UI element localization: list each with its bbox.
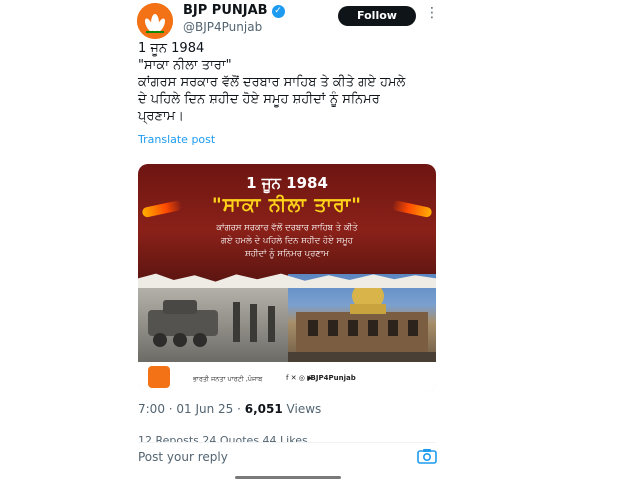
tweet-line: ਕਾਂਗਰਸ ਸਰਕਾਰ ਵੱਲੋਂ ਦਰਬਾਰ ਸਾਹਿਬ ਤੇ ਕੀਤੇ ਗ… — [138, 75, 406, 90]
tweet-text: 1 ਜੂਨ 1984 "ਸਾਕਾ ਨੀਲਾ ਤਾਰਾ" ਕਾਂਗਰਸ ਸਰਕਾਰ… — [138, 40, 438, 125]
poster-party-name: ਭਾਰਤੀ ਜਨਤਾ ਪਾਰਟੀ ,ਪੰਜਾਬ — [193, 375, 263, 383]
archival-photo-tanks — [138, 282, 298, 362]
poster-footer: ਭਾਰਤੀ ਜਨਤਾ ਪਾਰਟੀ ,ਪੰਜਾਬ f ✕ ◎ ▶ /BJP4Pun… — [138, 362, 436, 392]
poster-subtitle-line: ਕਾਂਗਰਸ ਸਰਕਾਰ ਵੱਲੋਂ ਦਰਬਾਰ ਸਾਹਿਬ ਤੇ ਕੀਤੇ — [216, 223, 358, 233]
tweet-line: ਦੇ ਪਹਿਲੇ ਦਿਨ ਸ਼ਹੀਦ ਹੋਏ ਸਮੂਹ ਸ਼ਹੀਦਾਂ ਨੂੰ … — [138, 92, 380, 107]
home-indicator — [235, 476, 341, 479]
poster-subtitle: ਕਾਂਗਰਸ ਸਰਕਾਰ ਵੱਲੋਂ ਦਰਬਾਰ ਸਾਹਿਬ ਤੇ ਕੀਤੇ ਗ… — [178, 222, 396, 261]
profile-avatar[interactable] — [137, 3, 173, 39]
translate-post-link[interactable]: Translate post — [138, 133, 215, 146]
more-options-icon[interactable]: ⋮ — [425, 6, 439, 20]
author-handle[interactable]: @BJP4Punjab — [183, 19, 285, 35]
divider — [138, 442, 436, 443]
tweet-view: BJP PUNJAB ✓ @BJP4Punjab Follow ⋮ 1 ਜੂਨ … — [0, 0, 640, 480]
tweet-line: ਪ੍ਰਣਾਮ। — [138, 109, 184, 124]
engagement-stats[interactable]: 12 Reposts 24 Quotes 44 Likes — [138, 434, 308, 442]
post-time[interactable]: 7:00 · 01 Jun 25 · — [138, 402, 245, 416]
views-label: Views — [282, 402, 322, 416]
author-name[interactable]: BJP PUNJAB — [183, 3, 268, 19]
poster-subtitle-line: ਗਏ ਹਮਲੇ ਦੇ ਪਹਿਲੇ ਦਿਨ ਸ਼ਹੀਦ ਹੋਏ ਸਮੂਹ — [221, 236, 353, 246]
author-name-row: BJP PUNJAB ✓ — [183, 3, 285, 19]
verified-badge-icon: ✓ — [271, 4, 285, 18]
views-count: 6,051 — [244, 402, 283, 416]
poster-title: "ਸਾਕਾ ਨੀਲਾ ਤਾਰਾ" — [211, 194, 363, 216]
poster-subtitle-line: ਸ਼ਹੀਦਾਂ ਨੂੰ ਸਨਿਮਰ ਪ੍ਰਣਾਮ — [245, 249, 329, 259]
author-block: BJP PUNJAB ✓ @BJP4Punjab — [183, 3, 285, 35]
lotus-logo-icon — [137, 3, 173, 39]
poster-handle: /BJP4Punjab — [308, 374, 356, 382]
tweet-line: "ਸਾਕਾ ਨੀਲਾ ਤਾਰਾ" — [138, 58, 232, 73]
reply-input[interactable]: Post your reply — [138, 450, 228, 464]
poster-date: 1 ਜੂਨ 1984 — [246, 174, 328, 192]
follow-button[interactable]: Follow — [338, 6, 416, 26]
camera-icon[interactable] — [417, 448, 437, 464]
lotus-logo-icon — [148, 366, 170, 388]
tweet-line: 1 ਜੂਨ 1984 — [138, 41, 205, 56]
post-image[interactable]: 1 ਜੂਨ 1984 "ਸਾਕਾ ਨੀਲਾ ਤਾਰਾ" ਕਾਂਗਰਸ ਸਰਕਾਰ… — [138, 164, 436, 392]
post-meta: 7:00 · 01 Jun 25 · 6,051 Views — [138, 402, 321, 416]
